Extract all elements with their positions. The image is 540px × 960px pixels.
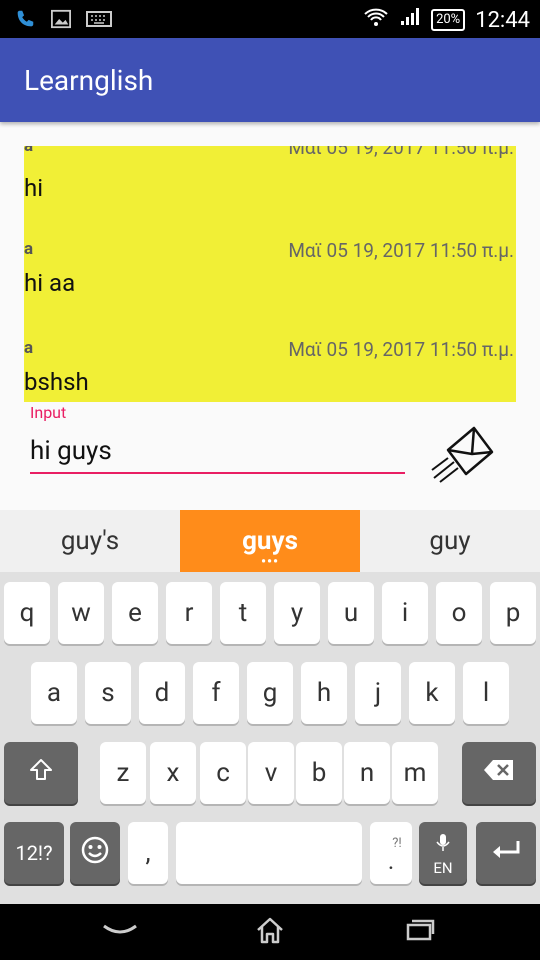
signal-icon — [399, 7, 421, 33]
key-l[interactable]: l — [463, 662, 509, 724]
more-suggestions-indicator: ••• — [260, 554, 280, 570]
key-n[interactable]: n — [344, 742, 390, 804]
key-j[interactable]: j — [355, 662, 401, 724]
key-z[interactable]: z — [100, 742, 146, 804]
message-item: a Μαϊ 05 19, 2017 11:50 π.μ. hi aa — [24, 239, 516, 344]
enter-icon — [490, 838, 522, 869]
suggestion-center[interactable]: guys ••• — [180, 510, 360, 572]
key-q[interactable]: q — [4, 582, 50, 644]
comma-key[interactable]: , — [128, 822, 168, 884]
key-a[interactable]: a — [31, 662, 77, 724]
message-item: a Μαϊ 05 19, 2017 11:50 π.μ. bshsh — [24, 338, 516, 402]
microphone-icon — [436, 829, 450, 859]
back-button[interactable] — [100, 916, 140, 948]
key-d[interactable]: d — [139, 662, 185, 724]
message-user: a — [24, 338, 34, 358]
message-text: hi — [24, 174, 44, 202]
language-key[interactable]: EN — [419, 822, 467, 884]
key-w[interactable]: w — [58, 582, 104, 644]
key-c[interactable]: c — [200, 742, 246, 804]
suggestion-left[interactable]: guy's — [0, 510, 180, 572]
shift-icon — [28, 757, 54, 790]
backspace-key[interactable] — [462, 742, 536, 804]
symbols-key[interactable]: 12!? — [4, 822, 64, 884]
clock: 12:44 — [475, 7, 530, 33]
key-t[interactable]: t — [220, 582, 266, 644]
key-v[interactable]: v — [248, 742, 294, 804]
message-timestamp: Μαϊ 05 19, 2017 11:50 π.μ. — [288, 146, 514, 159]
phone-icon — [14, 8, 36, 34]
message-user: a — [24, 146, 34, 156]
suggestion-right[interactable]: guy — [360, 510, 540, 572]
key-o[interactable]: o — [436, 582, 482, 644]
key-y[interactable]: y — [274, 582, 320, 644]
shift-key[interactable] — [4, 742, 78, 804]
space-key[interactable] — [176, 822, 362, 884]
suggestion-strip: guy's guys ••• guy — [0, 510, 540, 572]
key-f[interactable]: f — [193, 662, 239, 724]
back-icon — [100, 920, 140, 944]
key-e[interactable]: e — [112, 582, 158, 644]
send-button[interactable] — [430, 422, 496, 484]
enter-key[interactable] — [476, 822, 536, 884]
key-u[interactable]: u — [328, 582, 374, 644]
soft-keyboard: q w e r t y u i o p a s d f g h j k l z … — [0, 572, 540, 904]
status-bar: 20% 12:44 — [0, 0, 540, 38]
image-icon — [50, 9, 72, 33]
app-title: Learnglish — [24, 64, 154, 97]
message-user: a — [24, 239, 34, 259]
key-g[interactable]: g — [247, 662, 293, 724]
key-b[interactable]: b — [296, 742, 342, 804]
wifi-icon — [363, 6, 389, 34]
input-label: Input — [30, 403, 67, 422]
period-key-label: . — [387, 846, 395, 875]
message-input[interactable] — [30, 430, 405, 474]
message-list[interactable]: a Μαϊ 05 19, 2017 11:50 π.μ. hi a Μαϊ 05… — [24, 146, 516, 402]
key-p[interactable]: p — [490, 582, 536, 644]
suggestion-center-label: guys — [242, 526, 298, 556]
message-text: hi aa — [24, 269, 76, 297]
message-timestamp: Μαϊ 05 19, 2017 11:50 π.μ. — [288, 239, 514, 262]
home-button[interactable] — [250, 916, 290, 948]
keyboard-icon — [86, 10, 112, 32]
navigation-bar — [0, 904, 540, 960]
key-r[interactable]: r — [166, 582, 212, 644]
key-h[interactable]: h — [301, 662, 347, 724]
send-mail-icon — [430, 426, 496, 488]
home-icon — [255, 916, 285, 948]
key-x[interactable]: x — [150, 742, 196, 804]
key-s[interactable]: s — [85, 662, 131, 724]
emoji-icon — [80, 835, 110, 872]
language-label: EN — [433, 859, 453, 877]
period-key[interactable]: ?! . — [370, 822, 412, 884]
recent-apps-button[interactable] — [400, 916, 440, 948]
key-m[interactable]: m — [392, 742, 438, 804]
backspace-icon — [483, 758, 515, 789]
message-timestamp: Μαϊ 05 19, 2017 11:50 π.μ. — [288, 338, 514, 361]
message-text: bshsh — [24, 368, 89, 396]
key-k[interactable]: k — [409, 662, 455, 724]
key-i[interactable]: i — [382, 582, 428, 644]
app-bar: Learnglish — [0, 38, 540, 122]
message-item: a Μαϊ 05 19, 2017 11:50 π.μ. hi — [24, 146, 516, 245]
recent-apps-icon — [405, 919, 435, 945]
emoji-key[interactable] — [70, 822, 120, 884]
battery-icon: 20% — [431, 9, 466, 31]
